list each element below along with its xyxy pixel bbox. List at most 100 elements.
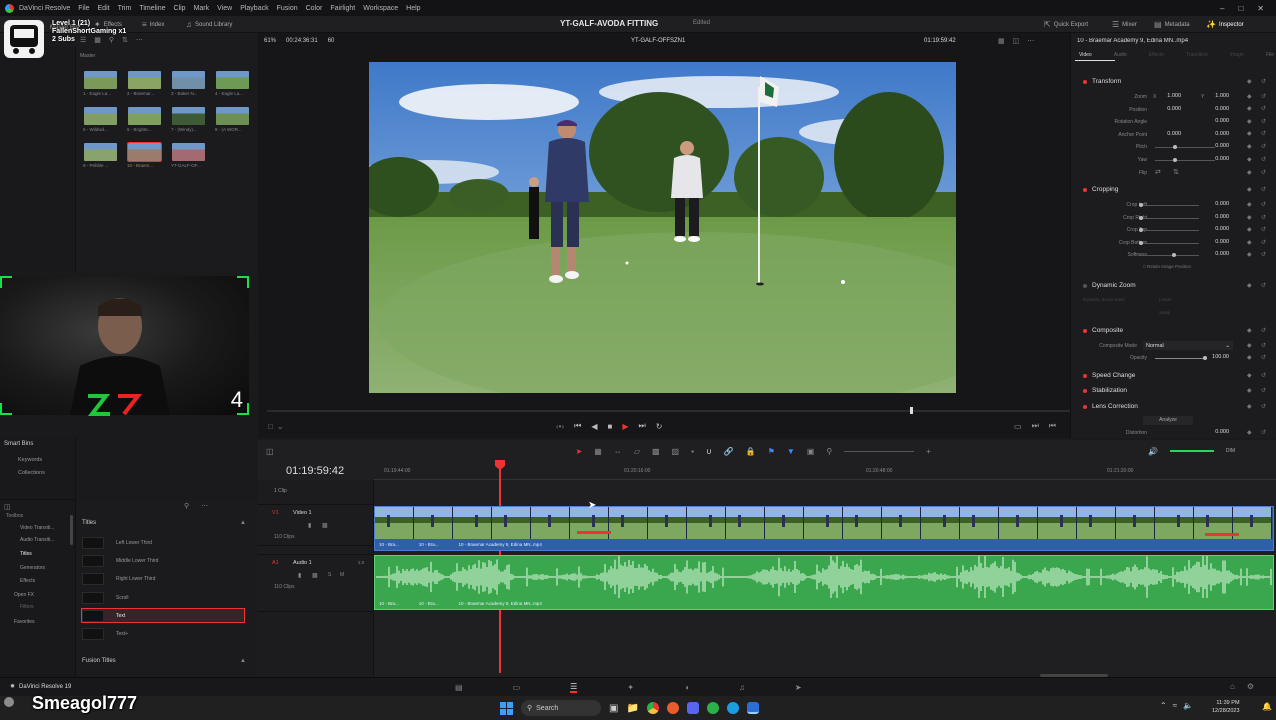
file-explorer-icon[interactable]: 📁 (626, 703, 638, 714)
enable-dot-icon[interactable] (1083, 79, 1087, 84)
taskbar-search[interactable]: ⚲ Search (521, 700, 601, 716)
metadata-toggle[interactable]: ▤ Metadata (1154, 20, 1190, 29)
task-view-icon[interactable]: ▣ (609, 703, 618, 714)
menu-clip[interactable]: Clip (174, 5, 186, 12)
keyframe-icon[interactable]: ◆ (1247, 342, 1252, 349)
crop-right-slider[interactable] (1139, 216, 1199, 220)
anchor-x-value[interactable]: 0.000 (1155, 131, 1181, 137)
audio-toggle-icon[interactable]: ▩ (312, 572, 318, 579)
effects-search-icon[interactable]: ⚲ (184, 502, 189, 510)
zoom-in-icon[interactable]: + (926, 447, 931, 456)
match-frame-icon[interactable]: ▭ (1014, 422, 1022, 431)
keyframe-icon[interactable]: ◆ (1247, 169, 1252, 176)
composite-mode-select[interactable]: Normal ⌄ (1143, 341, 1233, 350)
transform-section[interactable]: Transform (1083, 78, 1121, 85)
zoom-fit-icon[interactable]: ▣ (807, 447, 815, 456)
keyframe-icon[interactable]: ◆ (1247, 429, 1252, 436)
collapse-icon[interactable]: ▲ (240, 658, 246, 664)
fx-middle-lower-third[interactable]: Middle Lower Third (82, 553, 246, 568)
menu-mark[interactable]: Mark (194, 5, 210, 12)
media-clip-thumbnail[interactable] (84, 107, 117, 125)
crop-bottom-value[interactable]: 0.000 (1203, 239, 1229, 245)
stop-icon[interactable]: ■ (608, 422, 613, 431)
taskbar-clock[interactable]: 11:39 PM 12/28/2023 (1212, 699, 1240, 715)
keyframe-icon[interactable]: ◆ (1247, 251, 1252, 258)
media-page-icon[interactable]: ▤ (455, 683, 463, 692)
browser-icon[interactable] (666, 702, 679, 714)
distortion-value[interactable]: 0.000 (1203, 429, 1229, 435)
video-toggle-icon[interactable]: ▩ (322, 522, 328, 529)
viewer-scrubber[interactable] (267, 407, 1070, 414)
collapse-icon[interactable]: ▲ (240, 520, 246, 526)
enable-dot-icon[interactable] (1083, 404, 1087, 409)
index-toggle[interactable]: ≡ Index (142, 20, 164, 29)
maximize-icon[interactable]: □ (1238, 4, 1243, 13)
menu-fusion[interactable]: Fusion (277, 5, 298, 12)
softness-value[interactable]: 0.000 (1203, 251, 1229, 257)
sound-library-toggle[interactable]: ♫ Sound Library (186, 20, 232, 29)
composite-section[interactable]: Composite (1083, 327, 1123, 334)
discord-icon[interactable] (686, 702, 699, 714)
settings-icon[interactable]: ⚙ (1247, 682, 1254, 691)
fx-cat-titles[interactable]: Titles (20, 551, 32, 557)
fx-scroll[interactable]: Scroll (82, 590, 246, 605)
project-manager-icon[interactable]: ⌂ (1230, 682, 1235, 691)
track-name-video1[interactable]: Video 1 (293, 510, 312, 516)
reset-icon[interactable]: ↺ (1261, 342, 1266, 349)
reset-icon[interactable]: ↺ (1261, 130, 1266, 137)
keyframe-icon[interactable]: ◆ (1247, 93, 1252, 100)
reset-icon[interactable]: ↺ (1261, 78, 1266, 85)
fusion-page-icon[interactable]: ✦ (627, 683, 634, 692)
lock-track-icon[interactable]: ▮ (308, 522, 311, 529)
insert-clip-icon[interactable]: ▩ (652, 447, 660, 456)
menu-timeline[interactable]: Timeline (139, 5, 165, 12)
reset-icon[interactable]: ↺ (1261, 372, 1266, 379)
chrome-icon[interactable] (646, 702, 659, 714)
keyframe-icon[interactable]: ◆ (1247, 130, 1252, 137)
timeline-view-options-icon[interactable]: ◫ (266, 447, 274, 456)
audio-clip[interactable]: 10 - Bra... 10 - Bra... 10 - Braemar Aca… (374, 555, 1274, 610)
media-clip-thumbnail[interactable] (216, 107, 249, 125)
tab-image[interactable]: Image (1230, 52, 1244, 58)
reset-icon[interactable]: ↺ (1261, 156, 1266, 163)
xbox-icon[interactable] (706, 702, 719, 714)
audio-track-header[interactable]: A1 Audio 1 2.0 ▮ ▩ S M 110 Clips (258, 554, 374, 612)
reset-icon[interactable]: ↺ (1261, 143, 1266, 150)
marker-icon[interactable]: ▼ (787, 447, 795, 456)
notifications-icon[interactable]: 🔔 (1262, 702, 1272, 711)
retain-image-position-checkbox[interactable]: □ Retain Image Position (1143, 264, 1191, 269)
crop-left-slider[interactable] (1139, 203, 1199, 207)
viewer-layout-icon[interactable]: ▦ (998, 37, 1005, 45)
play-icon[interactable]: ▶ (622, 422, 628, 431)
edge-icon[interactable] (726, 702, 739, 714)
quick-export-button[interactable]: ⇱ Quick Export (1044, 20, 1088, 29)
fairlight-page-icon[interactable]: ♫ (739, 683, 745, 692)
reset-icon[interactable]: ↺ (1261, 239, 1266, 246)
tab-transition[interactable]: Transition (1186, 52, 1208, 58)
flip-horizontal-icon[interactable]: ⇄ (1155, 168, 1161, 176)
next-clip-icon[interactable]: ⏭ (1032, 421, 1039, 431)
enable-dot-icon[interactable] (1083, 328, 1087, 333)
keyframe-icon[interactable]: ◆ (1247, 327, 1252, 334)
position-y-value[interactable]: 0.000 (1203, 106, 1229, 112)
smart-bin-keywords[interactable]: Keywords (18, 457, 42, 463)
reset-icon[interactable]: ↺ (1261, 169, 1266, 176)
media-clip-thumbnail[interactable] (84, 143, 117, 161)
more-icon[interactable]: ⋯ (136, 36, 143, 44)
keyframe-icon[interactable]: ◆ (1247, 143, 1252, 150)
timeline-name[interactable]: YT-GALF-OFFSZN1 (631, 38, 685, 44)
cut-page-icon[interactable]: ▭ (513, 683, 521, 692)
skip-end-icon[interactable]: ⏭ (639, 421, 646, 431)
fx-cat-video-transitions[interactable]: Video Transiti... (20, 525, 54, 531)
reset-icon[interactable]: ↺ (1261, 226, 1266, 233)
reset-icon[interactable]: ↺ (1261, 251, 1266, 258)
loop-icon[interactable]: ↻ (656, 422, 663, 431)
tab-video[interactable]: Video (1079, 52, 1092, 58)
keyframe-icon[interactable]: ◆ (1247, 387, 1252, 394)
prev-clip-icon[interactable]: ⏮ (1049, 421, 1056, 431)
video-track-header[interactable]: V1 Video 1 ▮ ▩ 110 Clips (258, 504, 374, 546)
keyframe-icon[interactable]: ◆ (1247, 78, 1252, 85)
keyframe-icon[interactable]: ◆ (1247, 186, 1252, 193)
menu-help[interactable]: Help (406, 5, 420, 12)
fx-cat-generators[interactable]: Generators (20, 565, 45, 571)
